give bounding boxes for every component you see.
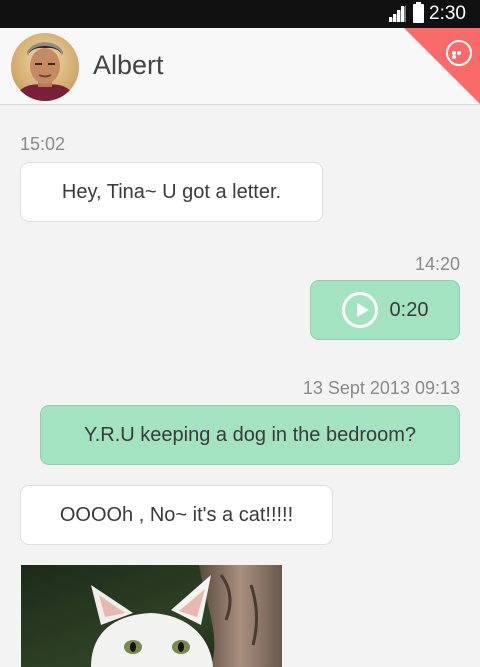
contact-name: Albert xyxy=(93,50,164,80)
avatar[interactable] xyxy=(11,33,79,101)
message-timestamp: 14:20 xyxy=(414,254,460,274)
status-bar: 2:30 xyxy=(0,0,480,28)
incoming-image-message[interactable] xyxy=(21,565,282,667)
outgoing-voice-message[interactable]: 0:20 xyxy=(310,280,460,340)
chat-header: Albert xyxy=(0,28,480,105)
outgoing-message-bubble[interactable]: Y.R.U keeping a dog in the bedroom? xyxy=(40,405,460,465)
more-options-icon[interactable] xyxy=(446,40,472,66)
message-text: OOOOh , No~ it's a cat!!!!! xyxy=(59,503,294,526)
message-timestamp: 15:02 xyxy=(20,134,66,154)
incoming-message-bubble[interactable]: Hey, Tina~ U got a letter. xyxy=(20,162,323,222)
voice-duration: 0:20 xyxy=(389,298,429,321)
menu-corner-accent xyxy=(404,28,480,104)
battery-icon xyxy=(413,2,424,23)
message-timestamp: 13 Sept 2013 09:13 xyxy=(302,378,460,398)
status-time: 2:30 xyxy=(429,3,466,24)
white-kitten-photo xyxy=(21,565,282,667)
message-text: Y.R.U keeping a dog in the bedroom? xyxy=(83,423,417,446)
incoming-message-bubble[interactable]: OOOOh , No~ it's a cat!!!!! xyxy=(20,485,333,545)
signal-icon xyxy=(388,5,406,22)
play-icon[interactable] xyxy=(341,292,378,328)
message-text: Hey, Tina~ U got a letter. xyxy=(61,180,282,203)
